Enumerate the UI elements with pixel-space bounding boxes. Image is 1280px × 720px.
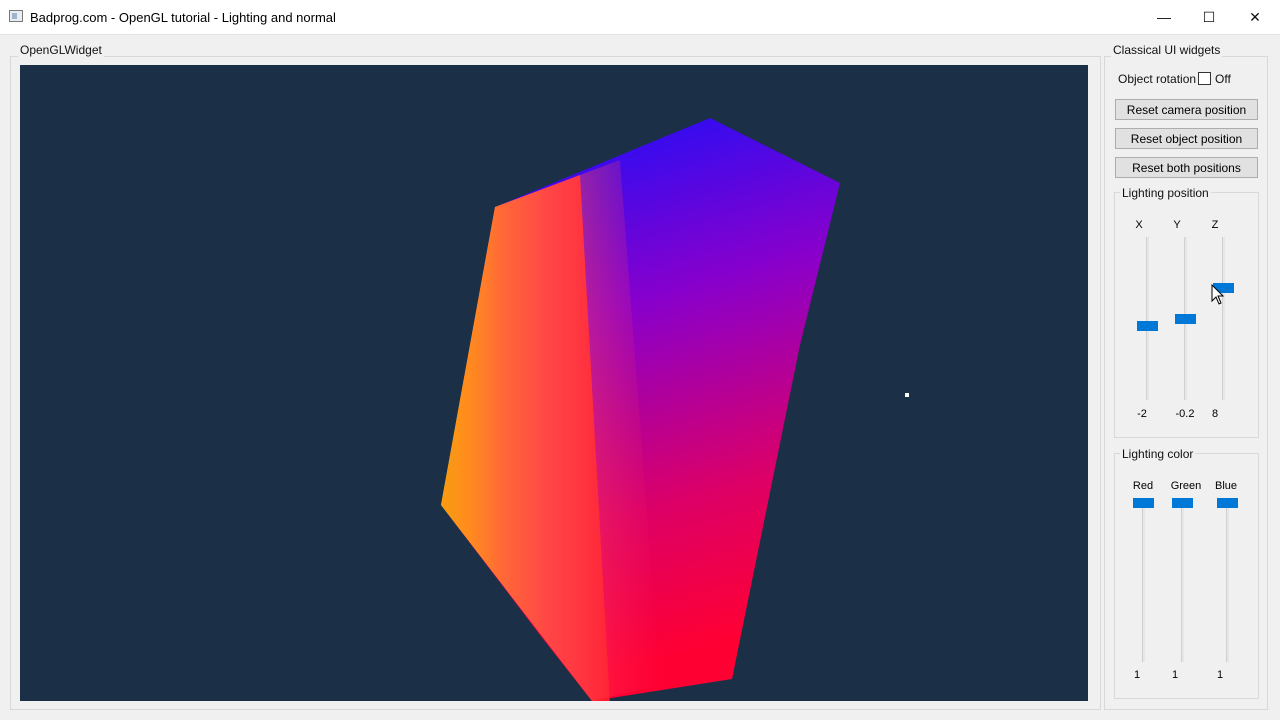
window-title: Badprog.com - OpenGL tutorial - Lighting… [30,10,336,25]
red-slider-track[interactable] [1142,498,1145,662]
app-icon [9,10,23,22]
blue-label: Blue [1214,480,1238,492]
rendered-cube [441,118,909,701]
opengl-group-label: OpenGLWidget [18,43,104,57]
red-value: 1 [1133,669,1141,681]
z-axis-label: Z [1211,219,1219,231]
object-rotation-label: Object rotation [1118,72,1197,86]
red-label: Red [1132,480,1154,492]
lighting-color-label: Lighting color [1120,447,1196,461]
y-axis-label: Y [1173,219,1181,231]
green-slider-track[interactable] [1181,498,1184,662]
z-slider-track[interactable] [1222,237,1225,400]
reset-object-button[interactable]: Reset object position [1115,128,1258,149]
maximize-button[interactable]: ☐ [1186,0,1232,34]
red-slider-handle[interactable] [1133,498,1154,508]
lighting-position-label: Lighting position [1120,186,1211,200]
close-button[interactable]: ✕ [1232,0,1278,34]
opengl-canvas[interactable] [20,65,1088,701]
light-marker [905,393,909,397]
blue-value: 1 [1216,669,1224,681]
x-slider-handle[interactable] [1137,321,1158,331]
mouse-cursor-icon [1211,284,1225,305]
object-rotation-checkbox[interactable] [1198,72,1211,85]
x-slider-track[interactable] [1146,237,1149,400]
green-label: Green [1170,480,1202,492]
minimize-button[interactable]: — [1141,0,1187,34]
x-axis-label: X [1135,219,1143,231]
blue-slider-track[interactable] [1226,498,1229,662]
green-value: 1 [1171,669,1179,681]
object-rotation-state: Off [1215,72,1231,86]
status-strip [0,712,1280,720]
z-value: 8 [1211,408,1219,420]
y-slider-handle[interactable] [1175,314,1196,324]
x-value: -2 [1137,408,1147,420]
classical-ui-group-label: Classical UI widgets [1111,43,1223,57]
green-slider-handle[interactable] [1172,498,1193,508]
blue-slider-handle[interactable] [1217,498,1238,508]
title-bar: Badprog.com - OpenGL tutorial - Lighting… [0,0,1280,35]
reset-camera-button[interactable]: Reset camera position [1115,99,1258,120]
reset-both-button[interactable]: Reset both positions [1115,157,1258,178]
